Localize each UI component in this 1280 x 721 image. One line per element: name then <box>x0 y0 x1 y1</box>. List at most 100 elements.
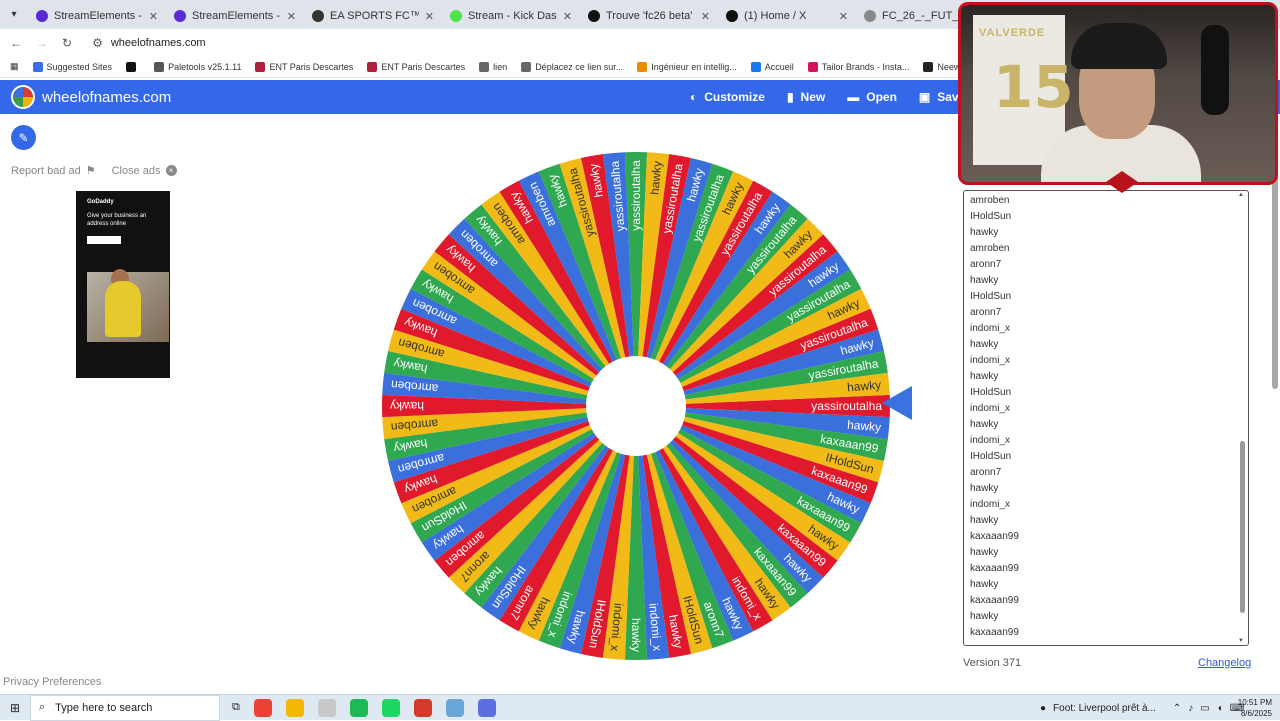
bookmark-item[interactable]: lien <box>479 61 508 72</box>
browser-tab[interactable]: Stream - Kick Dashboard ✕ <box>442 3 580 29</box>
entry-item[interactable]: IHoldSun <box>970 289 1019 305</box>
close-ads-link[interactable]: Close ads × <box>112 164 177 177</box>
entry-item[interactable]: aronn7 <box>970 257 1019 273</box>
entry-item[interactable]: IHoldSun <box>970 385 1019 401</box>
bookmark-label: lien <box>493 61 508 72</box>
edit-pencil-button[interactable]: ✎ <box>11 125 36 150</box>
taskbar-app-icon[interactable] <box>413 698 432 717</box>
wheel-logo-icon[interactable] <box>11 85 35 109</box>
bookmark-item[interactable]: Suggested Sites <box>32 61 112 72</box>
taskbar-app-icon[interactable] <box>381 698 400 717</box>
scroll-up-icon[interactable]: ▲ <box>1238 192 1244 198</box>
tab-search-icon[interactable]: ▾ <box>0 9 28 20</box>
entry-item[interactable]: hawky <box>970 225 1019 241</box>
entry-item[interactable]: hawky <box>970 481 1019 497</box>
tray-chevron-icon[interactable]: ⌃ <box>1173 703 1181 714</box>
browser-tab[interactable]: Trouve 'fc26 beta' sur TikTok ✕ <box>580 3 718 29</box>
entry-item[interactable]: indomi_x <box>970 497 1019 513</box>
taskbar-app-icon[interactable] <box>477 698 496 717</box>
browser-tab[interactable]: StreamElements - Sponsor ✕ <box>166 3 304 29</box>
bookmark-item[interactable]: ENT Paris Descartes <box>367 61 465 72</box>
entry-item[interactable]: IHoldSun <box>970 449 1019 465</box>
tab-close-icon[interactable]: ✕ <box>425 10 434 23</box>
taskbar-app-icon[interactable] <box>285 698 304 717</box>
entry-item[interactable]: hawky <box>970 513 1019 529</box>
tab-close-icon[interactable]: ✕ <box>839 10 848 23</box>
forward-icon[interactable]: → <box>36 36 48 50</box>
taskbar-search[interactable]: ⌕ Type here to search <box>30 694 220 721</box>
taskbar-app-icon[interactable] <box>445 698 464 717</box>
entry-item[interactable]: hawky <box>970 545 1019 561</box>
bookmark-item[interactable]: Déplacez ce lien sur... <box>521 61 623 72</box>
entry-item[interactable]: amroben <box>970 241 1019 257</box>
tab-close-icon[interactable]: ✕ <box>563 10 572 23</box>
privacy-preferences-link[interactable]: Privacy Preferences <box>3 676 101 688</box>
changelog-link[interactable]: Changelog <box>1198 657 1251 669</box>
bookmark-icon <box>479 61 490 72</box>
windows-start-icon[interactable]: ⊞ <box>0 701 30 715</box>
entry-item[interactable]: indomi_x <box>970 321 1019 337</box>
entry-item[interactable]: hawky <box>970 577 1019 593</box>
entry-item[interactable]: kaxaaan99 <box>970 625 1019 641</box>
bookmark-item[interactable]: Paletools v25.1.11 <box>154 61 241 72</box>
back-icon[interactable]: ← <box>10 36 22 50</box>
tab-close-icon[interactable]: ✕ <box>701 10 710 23</box>
ad-cta-button[interactable] <box>87 235 121 244</box>
apps-icon[interactable]: ▦ <box>10 61 19 72</box>
wheel-center[interactable] <box>586 356 686 456</box>
taskbar-app-icon[interactable] <box>349 698 368 717</box>
bookmark-item[interactable]: Accueil <box>750 61 794 72</box>
entry-item[interactable]: hawky <box>970 609 1019 625</box>
bookmark-item[interactable] <box>126 61 140 72</box>
entry-item[interactable]: aronn7 <box>970 305 1019 321</box>
entry-item[interactable]: kaxaaan99 <box>970 561 1019 577</box>
menu-customize-button[interactable]: ◐ Customize <box>690 90 765 104</box>
godaddy-ad[interactable]: GoDaddy Give your business an address on… <box>76 191 170 378</box>
tab-label: Stream - Kick Dashboard <box>468 10 557 22</box>
task-view-icon[interactable]: ⧉ <box>232 701 240 714</box>
microphone-icon[interactable]: ♪ <box>1188 703 1193 714</box>
reload-icon[interactable]: ↻ <box>62 36 72 50</box>
url-box[interactable]: ⚙ wheelofnames.com <box>86 36 206 50</box>
taskbar-clock[interactable]: 10:51 PM 8/6/2025 <box>1238 697 1272 719</box>
entry-item[interactable]: hawky <box>970 369 1019 385</box>
bookmark-item[interactable]: Ingénieur en intellig... <box>637 61 737 72</box>
entry-item[interactable]: IHoldSun <box>970 209 1019 225</box>
bookmark-icon <box>521 61 532 72</box>
ad-links: Report bad ad ⚑ Close ads × <box>11 164 177 177</box>
site-info-icon[interactable]: ⚙ <box>92 36 103 50</box>
browser-tab[interactable]: StreamElements - Activity ✕ <box>28 3 166 29</box>
report-bad-ad-link[interactable]: Report bad ad ⚑ <box>11 164 96 178</box>
entry-item[interactable]: hawky <box>970 417 1019 433</box>
bookmark-icon <box>126 61 137 72</box>
site-name[interactable]: wheelofnames.com <box>42 89 171 106</box>
entry-item[interactable]: indomi_x <box>970 353 1019 369</box>
menu-new-button[interactable]: ▮ New <box>787 90 825 104</box>
tab-close-icon[interactable]: ✕ <box>149 10 158 23</box>
entry-item[interactable]: kaxaaan99 <box>970 529 1019 545</box>
bookmark-item[interactable]: Tailor Brands - Insta... <box>807 61 909 72</box>
entry-item[interactable]: hawky <box>970 337 1019 353</box>
url-text[interactable]: wheelofnames.com <box>111 37 206 49</box>
entries-textarea[interactable]: amroben IHoldSun hawky amroben aronn7 hawky IH… <box>963 190 1249 646</box>
entry-item[interactable]: kaxaaan99 <box>970 593 1019 609</box>
menu-open-button[interactable]: ▬ Open <box>847 90 897 104</box>
entry-item[interactable]: amroben <box>970 193 1019 209</box>
volume-icon[interactable]: ◖ <box>1217 703 1223 714</box>
entry-item[interactable]: indomi_x <box>970 401 1019 417</box>
news-widget-icon[interactable]: ● <box>1040 703 1046 714</box>
scroll-down-icon[interactable]: ▼ <box>1238 638 1244 644</box>
network-icon[interactable]: ▭ <box>1200 703 1209 714</box>
taskbar-app-icon[interactable] <box>317 698 336 717</box>
browser-tab[interactable]: EA SPORTS FC™ 26 | FUT ✕ <box>304 3 442 29</box>
news-widget-text[interactable]: Foot: Liverpool prêt à... <box>1053 703 1156 714</box>
name-wheel[interactable]: yassiroutalhahawkykaxaaan99IHoldSunkaxaa… <box>380 150 892 662</box>
entries-scrollbar-thumb[interactable] <box>1240 441 1245 613</box>
entry-item[interactable]: hawky <box>970 273 1019 289</box>
taskbar-app-icon[interactable] <box>253 698 272 717</box>
entry-item[interactable]: aronn7 <box>970 465 1019 481</box>
browser-tab[interactable]: (1) Home / X ✕ <box>718 3 856 29</box>
bookmark-item[interactable]: ENT Paris Descartes <box>255 61 353 72</box>
entry-item[interactable]: indomi_x <box>970 433 1019 449</box>
tab-close-icon[interactable]: ✕ <box>287 10 296 23</box>
